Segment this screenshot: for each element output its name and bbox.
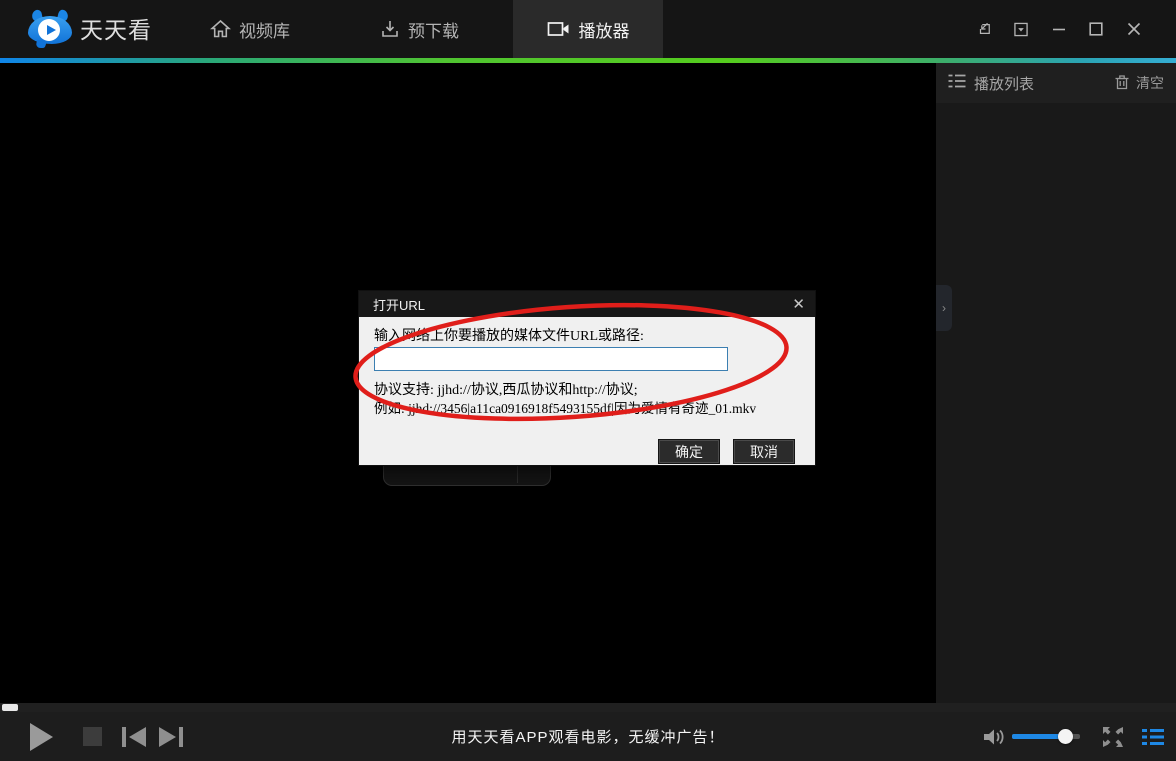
volume-icon[interactable] — [981, 712, 1007, 761]
volume-slider[interactable] — [1012, 734, 1080, 739]
fullscreen-button[interactable] — [1100, 712, 1126, 761]
clear-playlist-button[interactable]: 清空 — [1115, 73, 1164, 93]
clear-label: 清空 — [1136, 73, 1164, 93]
titlebar: 天天看 视频库 预下载 播放器 — [0, 0, 1176, 58]
main-menu-button[interactable] — [1014, 0, 1028, 58]
home-icon — [210, 19, 231, 39]
chevron-right-icon: › — [942, 301, 946, 315]
app-logo-icon — [28, 9, 72, 47]
download-icon — [380, 19, 400, 39]
open-url-dialog: 打开URL ✕ 输入网络上你要播放的媒体文件URL或路径: 协议支持: jjhd… — [358, 290, 816, 466]
tab-label: 播放器 — [579, 17, 630, 42]
tab-predownload[interactable]: 预下载 — [380, 0, 459, 58]
dialog-title: 打开URL — [373, 295, 425, 314]
url-input[interactable] — [374, 347, 728, 371]
tab-player-active[interactable]: 播放器 — [513, 0, 663, 58]
url-input-label: 输入网络上你要播放的媒体文件URL或路径: — [374, 325, 644, 345]
app-logo-text: 天天看 — [80, 11, 152, 45]
minimize-button[interactable] — [1052, 0, 1066, 58]
protocol-support-text: 协议支持: jjhd://协议,西瓜协议和http://协议; — [374, 379, 638, 399]
playlist-sidebar: 播放列表 清空 › 范伟 — [936, 63, 1176, 703]
maximize-button[interactable] — [1089, 0, 1103, 58]
close-button[interactable] — [1127, 0, 1141, 58]
seek-bar[interactable] — [0, 703, 1176, 712]
tab-label: 视频库 — [239, 17, 290, 42]
seek-handle[interactable] — [2, 704, 18, 711]
cancel-button[interactable]: 取消 — [734, 440, 794, 463]
playlist-title: 播放列表 — [974, 73, 1034, 94]
dialog-close-icon[interactable]: ✕ — [792, 291, 805, 317]
video-camera-icon — [547, 20, 571, 38]
mini-mode-button[interactable] — [977, 0, 991, 58]
tab-video-library[interactable]: 视频库 — [210, 0, 290, 58]
example-text: 例如: jjhd://3456|a11ca0916918f5493155df|因… — [374, 397, 756, 417]
playlist-icon — [948, 73, 966, 93]
app-window: 天天看 视频库 预下载 播放器 — [0, 0, 1176, 761]
tab-label: 预下载 — [408, 17, 459, 42]
volume-knob[interactable] — [1058, 729, 1073, 744]
trash-icon — [1115, 74, 1129, 93]
app-logo[interactable]: 天天看 — [28, 9, 152, 47]
sidebar-collapse-handle[interactable]: › — [936, 285, 952, 331]
playlist-header: 播放列表 清空 — [936, 63, 1176, 103]
ok-button[interactable]: 确定 — [659, 440, 719, 463]
playlist-toggle-button[interactable] — [1140, 712, 1166, 761]
player-control-bar: 用天天看APP观看电影，无缓冲广告！ — [0, 712, 1176, 761]
dialog-titlebar[interactable]: 打开URL ✕ — [359, 291, 815, 317]
